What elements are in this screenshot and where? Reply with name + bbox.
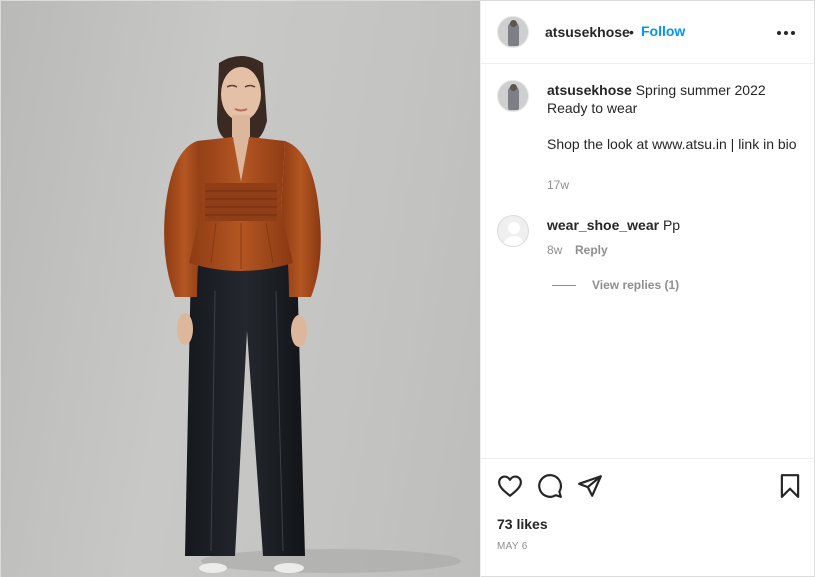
avatar-figure-head xyxy=(510,84,517,91)
caption: atsusekhose Spring summer 2022 Ready to … xyxy=(547,81,797,153)
caption-shop-text: Shop the look at www.atsu.in | link in b… xyxy=(547,136,797,152)
post-header: atsusekhose • Follow xyxy=(481,1,815,64)
view-replies-button[interactable]: View replies (1) xyxy=(592,278,679,292)
comment-username[interactable]: wear_shoe_wear xyxy=(547,217,659,233)
heart-icon[interactable] xyxy=(497,473,523,499)
caption-avatar[interactable] xyxy=(497,80,529,112)
more-options-icon[interactable] xyxy=(777,25,797,41)
action-bar: 73 likes MAY 6 xyxy=(481,458,815,577)
likes-count[interactable]: 73 likes xyxy=(497,516,548,532)
separator-dot: • xyxy=(629,24,634,40)
share-icon[interactable] xyxy=(577,473,603,499)
comment-timestamp[interactable]: 8w xyxy=(547,243,562,257)
caption-username[interactable]: atsusekhose xyxy=(547,82,632,98)
caption-text-line1: Spring summer 2022 xyxy=(635,82,766,98)
caption-text-line2: Ready to wear xyxy=(547,100,638,116)
post-sidebar: atsusekhose • Follow atsusekhose Spring … xyxy=(480,1,815,577)
avatar[interactable] xyxy=(497,16,529,48)
author-username[interactable]: atsusekhose xyxy=(545,24,630,40)
comment-text: Pp xyxy=(662,217,681,233)
post-photo[interactable] xyxy=(1,1,480,577)
post-dialog: atsusekhose • Follow atsusekhose Spring … xyxy=(0,0,815,577)
comment: wear_shoe_wear Pp xyxy=(547,217,680,233)
follow-button[interactable]: Follow xyxy=(641,23,685,39)
post-date[interactable]: MAY 6 xyxy=(497,541,528,552)
fashion-model-image xyxy=(164,56,461,573)
avatar-figure-head xyxy=(510,20,517,27)
view-replies-line xyxy=(552,285,576,286)
comment-icon[interactable] xyxy=(537,473,563,499)
bookmark-icon[interactable] xyxy=(777,473,803,499)
default-avatar-icon[interactable] xyxy=(497,215,529,247)
reply-button[interactable]: Reply xyxy=(575,243,608,257)
caption-timestamp[interactable]: 17w xyxy=(547,178,569,192)
